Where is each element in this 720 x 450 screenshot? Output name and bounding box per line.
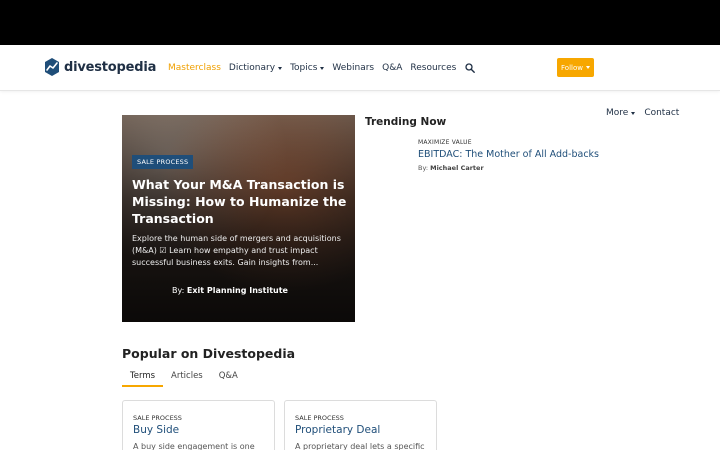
tab-terms[interactable]: Terms (122, 365, 164, 387)
nav-item-qa[interactable]: Q&A (382, 63, 402, 73)
trending-byline: By: Michael Carter (418, 164, 638, 172)
term-card-description: A buy side engagement is one (133, 442, 255, 450)
term-card-kicker: SALE PROCESS (295, 414, 344, 422)
nav-item-masterclass[interactable]: Masterclass (168, 63, 221, 73)
nav-item-more[interactable]: More (606, 108, 636, 118)
term-card[interactable]: SALE PROCESS Buy Side A buy side engagem… (122, 400, 275, 450)
search-icon[interactable] (465, 63, 476, 73)
chevron-down-icon (585, 66, 590, 69)
trending-article-link[interactable]: EBITDAC: The Mother of All Add-backs (418, 149, 638, 160)
trending-kicker: MAXIMIZE VALUE (418, 139, 472, 146)
term-card-title[interactable]: Proprietary Deal (295, 424, 380, 436)
tab-articles[interactable]: Articles (163, 365, 211, 387)
nav-item-label: Webinars (332, 63, 375, 73)
nav-item-dictionary[interactable]: Dictionary (228, 63, 283, 73)
nav-item-label: Q&A (382, 63, 403, 73)
byline-prefix: By: (418, 164, 429, 172)
trending-heading: Trending Now (365, 116, 447, 128)
brand-logo[interactable]: divestopedia (44, 58, 156, 76)
term-card-kicker: SALE PROCESS (133, 414, 182, 422)
trending-item: MAXIMIZE VALUE EBITDAC: The Mother of Al… (418, 139, 638, 172)
byline-author[interactable]: Michael Carter (430, 164, 484, 172)
popular-tabs: Terms Articles Q&A (122, 365, 246, 387)
nav-right: More Contact (606, 90, 679, 136)
byline-prefix: By: (172, 286, 185, 295)
featured-article-description: Explore the human side of mergers and ac… (132, 234, 341, 267)
nav-item-resources[interactable]: Resources (410, 63, 456, 73)
term-card-description: A proprietary deal lets a specific (295, 442, 425, 450)
popular-heading: Popular on Divestopedia (122, 346, 296, 361)
chevron-down-icon (278, 66, 283, 70)
top-black-bar (0, 0, 720, 45)
main-nav: Masterclass Dictionary Topics Webinars Q… (168, 45, 476, 91)
chevron-down-icon (320, 66, 325, 70)
follow-button[interactable]: Follow (557, 58, 594, 77)
nav-item-webinars[interactable]: Webinars (332, 63, 374, 73)
nav-item-label: More (606, 108, 629, 118)
category-badge[interactable]: SALE PROCESS (132, 155, 194, 169)
nav-item-label: Topics (290, 63, 318, 73)
nav-item-label: Contact (644, 108, 680, 118)
nav-item-label: Resources (410, 63, 457, 73)
featured-article-title[interactable]: What Your M&A Transaction is Missing: Ho… (132, 176, 347, 227)
featured-article-byline: By: Exit Planning Institute (172, 286, 288, 295)
tab-qa[interactable]: Q&A (211, 365, 246, 387)
follow-button-label: Follow (561, 63, 583, 72)
site-header: divestopedia Masterclass Dictionary Topi… (0, 45, 720, 118)
nav-item-topics[interactable]: Topics (290, 63, 325, 73)
featured-article-card[interactable]: SALE PROCESS What Your M&A Transaction i… (122, 115, 355, 322)
trend-line-logo-icon (45, 58, 59, 76)
nav-item-contact[interactable]: Contact (644, 108, 679, 118)
byline-author[interactable]: Exit Planning Institute (187, 286, 288, 295)
chevron-down-icon (631, 111, 636, 115)
nav-item-label: Dictionary (228, 63, 276, 73)
term-card[interactable]: SALE PROCESS Proprietary Deal A propriet… (284, 400, 437, 450)
brand-name: divestopedia (64, 59, 157, 75)
term-card-title[interactable]: Buy Side (133, 424, 179, 436)
nav-item-label: Masterclass (168, 63, 221, 73)
